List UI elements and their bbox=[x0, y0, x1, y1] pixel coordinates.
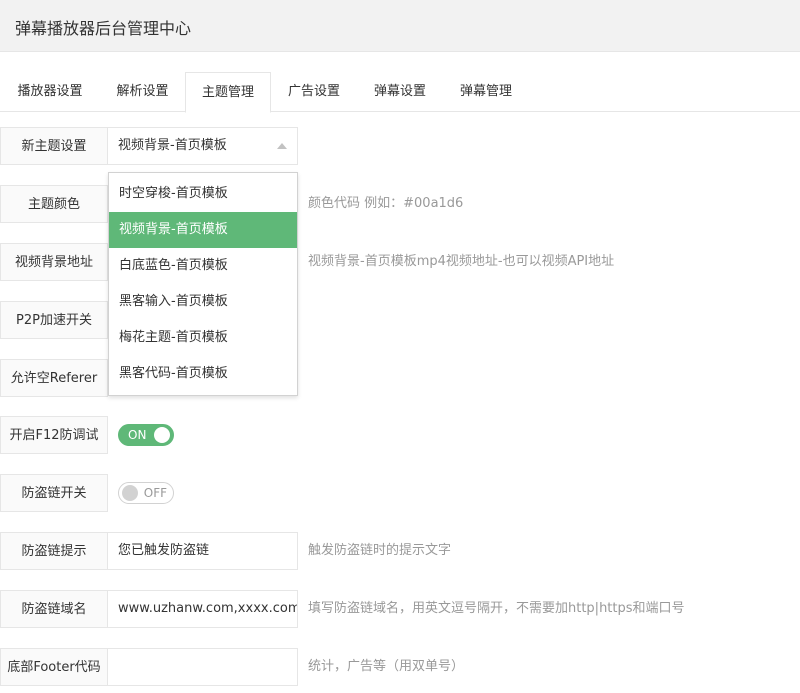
theme-dropdown: 时空穿梭-首页模板 视频背景-首页模板 白底蓝色-首页模板 黑客输入-首页模板 … bbox=[108, 172, 298, 396]
tab-parse-settings[interactable]: 解析设置 bbox=[100, 72, 185, 112]
footer-label: 底部Footer代码 bbox=[0, 648, 108, 686]
tab-danmaku-management[interactable]: 弹幕管理 bbox=[443, 72, 529, 112]
hotlink-domain-hint: 填写防盗链域名，用英文逗号隔开，不需要加http|https和端口号 bbox=[308, 601, 685, 616]
hotlink-tip-label: 防盗链提示 bbox=[0, 532, 108, 570]
toggle-knob bbox=[154, 427, 170, 443]
theme-select-value: 视频背景-首页模板 bbox=[118, 138, 227, 153]
page-title: 弹幕播放器后台管理中心 bbox=[15, 19, 192, 38]
caret-up-icon bbox=[277, 143, 287, 149]
row-theme: 新主题设置 视频背景-首页模板 bbox=[0, 127, 800, 165]
hotlink-tip-input[interactable]: 您已触发防盗链 bbox=[108, 532, 298, 570]
footer-input[interactable] bbox=[108, 648, 298, 686]
dropdown-option-selected[interactable]: 视频背景-首页模板 bbox=[109, 212, 297, 248]
theme-color-label: 主题颜色 bbox=[0, 185, 108, 223]
tab-player-settings[interactable]: 播放器设置 bbox=[0, 72, 100, 112]
hotlink-domain-label: 防盗链域名 bbox=[0, 590, 108, 628]
tab-danmaku-settings[interactable]: 弹幕设置 bbox=[357, 72, 443, 112]
dropdown-option[interactable]: 白底蓝色-首页模板 bbox=[109, 248, 297, 284]
row-hotlink-domain: 防盗链域名 www.uzhanw.com,xxxx.com 填写防盗链域名，用英… bbox=[0, 590, 800, 628]
tab-theme-management[interactable]: 主题管理 bbox=[185, 72, 271, 113]
toggle-knob bbox=[122, 485, 138, 501]
hotlink-tip-hint: 触发防盗链时的提示文字 bbox=[308, 543, 452, 558]
referer-label: 允许空Referer bbox=[0, 359, 108, 397]
video-bg-label: 视频背景地址 bbox=[0, 243, 108, 281]
dropdown-option[interactable]: 黑客输入-首页模板 bbox=[109, 284, 297, 320]
video-bg-hint: 视频背景-首页模板mp4视频地址-也可以视频API地址 bbox=[308, 254, 615, 269]
hotlink-domain-input[interactable]: www.uzhanw.com,xxxx.com bbox=[108, 590, 298, 628]
hotlink-toggle-text: OFF bbox=[143, 486, 167, 500]
row-hotlink: 防盗链开关 OFF bbox=[0, 474, 800, 512]
theme-label: 新主题设置 bbox=[0, 127, 108, 165]
dropdown-option[interactable]: 梅花主题-首页模板 bbox=[109, 320, 297, 356]
hotlink-toggle[interactable]: OFF bbox=[118, 482, 174, 504]
theme-select[interactable]: 视频背景-首页模板 bbox=[108, 127, 298, 165]
footer-hint: 统计，广告等（用双单号） bbox=[308, 659, 465, 674]
dropdown-option[interactable]: 黑客代码-首页模板 bbox=[109, 356, 297, 392]
row-f12: 开启F12防调试 ON bbox=[0, 416, 800, 454]
theme-color-hint: 颜色代码 例如：#00a1d6 bbox=[308, 196, 464, 211]
f12-toggle-text: ON bbox=[128, 428, 147, 442]
hotlink-label: 防盗链开关 bbox=[0, 474, 108, 512]
tab-ad-settings[interactable]: 广告设置 bbox=[271, 72, 357, 112]
f12-label: 开启F12防调试 bbox=[0, 416, 108, 454]
f12-toggle[interactable]: ON bbox=[118, 424, 174, 446]
p2p-label: P2P加速开关 bbox=[0, 301, 108, 339]
row-footer: 底部Footer代码 统计，广告等（用双单号） bbox=[0, 648, 800, 686]
tab-bar: 播放器设置 解析设置 主题管理 广告设置 弹幕设置 弹幕管理 bbox=[0, 72, 800, 113]
row-hotlink-tip: 防盗链提示 您已触发防盗链 触发防盗链时的提示文字 bbox=[0, 532, 800, 570]
dropdown-option[interactable]: 时空穿梭-首页模板 bbox=[109, 176, 297, 212]
page-header: 弹幕播放器后台管理中心 bbox=[0, 0, 800, 52]
